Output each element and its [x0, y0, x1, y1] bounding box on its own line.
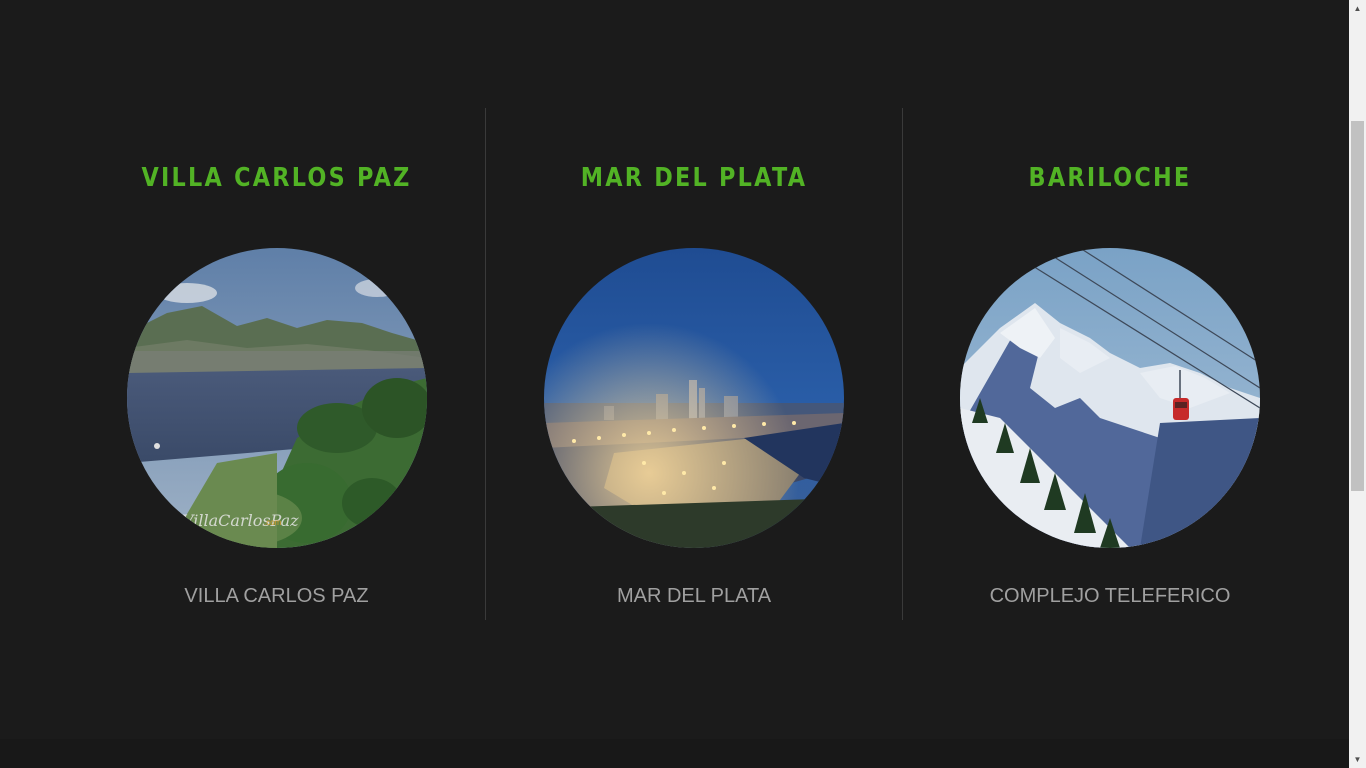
- lake-town-photo-icon: VillaCarlosPaz .com: [126, 248, 427, 548]
- destination-card-mar-del-plata: MAR DEL PLATA MAR DEL PLATA: [486, 108, 902, 620]
- destination-card-bariloche: BARILOCHE COMPLEJO TELEFERICO: [903, 108, 1317, 620]
- vertical-scrollbar[interactable]: ▲ ▼: [1349, 0, 1366, 768]
- snowy-mountain-cable-car-photo-icon: [960, 248, 1260, 548]
- destination-photo-bariloche[interactable]: [960, 248, 1260, 548]
- svg-text:.com: .com: [264, 518, 282, 527]
- destination-title: VILLA CARLOS PAZ: [141, 163, 412, 193]
- destination-card-villa-carlos-paz: VILLA CARLOS PAZ VillaCarlosPaz .com VIL…: [68, 108, 485, 620]
- destination-caption[interactable]: COMPLEJO TELEFERICO: [903, 585, 1317, 608]
- destination-photo-villa-carlos-paz[interactable]: VillaCarlosPaz .com: [126, 248, 427, 548]
- destination-title: BARILOCHE: [1028, 163, 1192, 193]
- destination-caption[interactable]: MAR DEL PLATA: [486, 585, 902, 608]
- svg-text:VillaCarlosPaz: VillaCarlosPaz: [182, 511, 299, 530]
- night-coast-city-photo-icon: [544, 248, 844, 548]
- scroll-down-arrow-icon[interactable]: ▼: [1349, 751, 1366, 768]
- scroll-up-arrow-icon[interactable]: ▲: [1349, 0, 1366, 17]
- footer-band: [0, 739, 1349, 768]
- scrollbar-thumb[interactable]: [1351, 121, 1364, 491]
- destination-title: MAR DEL PLATA: [580, 163, 808, 193]
- destination-photo-mar-del-plata[interactable]: [544, 248, 844, 548]
- destination-caption[interactable]: VILLA CARLOS PAZ: [68, 585, 485, 608]
- page: VILLA CARLOS PAZ VillaCarlosPaz .com VIL…: [0, 0, 1349, 768]
